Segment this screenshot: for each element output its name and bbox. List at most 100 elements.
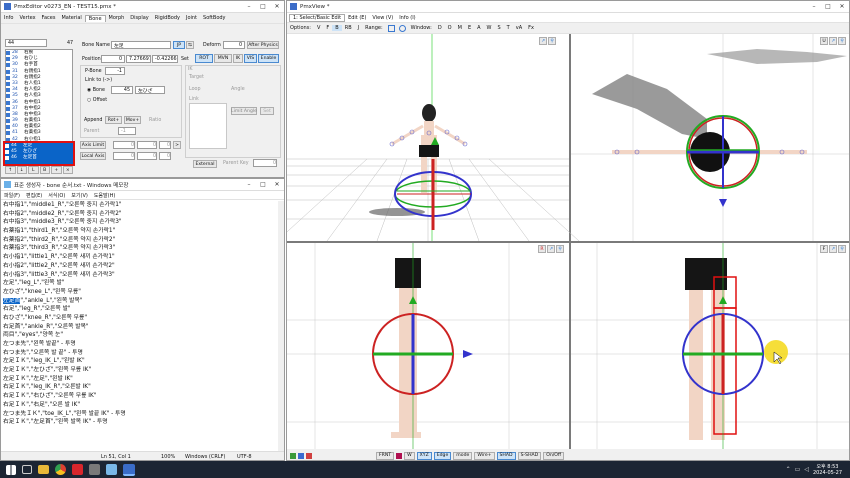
panel-letter-u[interactable]: U [820, 37, 828, 45]
append-rot-checkbox[interactable]: Rot+ [105, 116, 122, 124]
list-tool-button[interactable]: + [51, 166, 62, 174]
play-icon[interactable] [290, 452, 296, 459]
minimize-icon[interactable]: – [242, 181, 256, 188]
list-tool-button[interactable]: ↑ [5, 166, 16, 174]
tab-morph[interactable]: Morph [106, 15, 128, 21]
range-circle-icon[interactable] [398, 24, 406, 32]
edge-button[interactable]: Edge [433, 451, 452, 460]
fx-toggle[interactable]: Fx [525, 25, 537, 31]
w-button[interactable]: W [404, 451, 415, 460]
tray-chevron-icon[interactable]: ⌃ [786, 466, 791, 473]
local-axis-checkbox[interactable]: Local Axis [80, 152, 106, 160]
tab-bone[interactable]: Bone [84, 14, 106, 22]
option-v-toggle[interactable]: V [314, 25, 323, 31]
maximize-icon[interactable]: □ [256, 181, 270, 188]
bone-index-field[interactable]: 44 [5, 39, 47, 47]
option-b-toggle[interactable]: B [332, 25, 342, 31]
parent-key-field[interactable]: 0 [253, 159, 277, 167]
local-axis-z-field[interactable]: 0 [159, 152, 171, 160]
local-axis-y-field[interactable]: 0 [137, 152, 157, 160]
pbone-field[interactable]: -1 [105, 67, 125, 75]
after-physics-checkbox[interactable]: After Physics [247, 41, 279, 49]
viewport-grid[interactable] [287, 34, 850, 449]
panel-camera-icon[interactable]: ⚲ [838, 37, 846, 45]
file-explorer-icon[interactable] [38, 465, 49, 474]
front-pin-icon[interactable]: ↗ [829, 245, 837, 253]
axis-z-field[interactable]: 0 [159, 141, 171, 149]
bone-name-lang-toggle[interactable]: JP [173, 41, 185, 49]
notepad-text-area[interactable]: 右中指1","middle1_R","오른쪽 중지 손가락1" 右中指2","mi… [1, 201, 278, 451]
range-box-icon[interactable] [387, 24, 395, 32]
mvn-toggle[interactable]: MVN [214, 54, 232, 63]
app-red-icon[interactable] [72, 464, 83, 475]
persp-camera-icon[interactable]: ⚲ [548, 37, 556, 45]
bone-name-field[interactable]: 左足 [111, 41, 171, 49]
list-tool-button[interactable]: × [62, 166, 73, 174]
right-pin-icon[interactable]: ↗ [547, 245, 555, 253]
offset-radio[interactable]: ○ Offset [87, 98, 107, 103]
deform-field[interactable]: 0 [223, 41, 245, 49]
rotation-gizmo-top[interactable] [686, 115, 760, 189]
ik-link-list[interactable] [189, 103, 227, 149]
bone-list[interactable]: 28 右腕 29 右ひじ 30 右手首 31 右親指1 32 右親指2 33 右人指1 34 右人指2 35… [5, 49, 73, 143]
volume-icon[interactable]: ◁ [804, 466, 809, 473]
menu-file[interactable]: 파일(F) [1, 192, 23, 199]
bone-list-selection[interactable]: 44 左足 45 左ひざ 46 左足首 [3, 141, 75, 166]
mode-dropdown[interactable]: mode [453, 451, 473, 460]
close-icon[interactable]: ✕ [835, 3, 849, 10]
camera-icon[interactable] [298, 452, 304, 459]
menu-edit[interactable]: Edit (E) [345, 15, 369, 21]
axis-y-field[interactable]: 0 [137, 141, 157, 149]
axis-set-button[interactable]: > [173, 141, 181, 149]
color-swatch-icon[interactable] [396, 452, 403, 459]
panel-letter-r[interactable]: R [538, 245, 546, 253]
rot-toggle[interactable]: ROT [195, 54, 213, 63]
task-view-icon[interactable] [22, 465, 32, 474]
ik-set-button[interactable]: Set [260, 107, 274, 115]
wire-button[interactable]: Wire+ [474, 451, 495, 460]
onoff-button[interactable]: On/Off [543, 451, 565, 460]
external-checkbox[interactable]: External [193, 160, 217, 168]
s-shad-button[interactable]: S-SHAD [517, 451, 542, 460]
panel-tag-front[interactable]: F ↗ ⚲ [820, 245, 846, 253]
ik-toggle[interactable]: IK [233, 54, 243, 63]
menu-info[interactable]: Info (I) [396, 15, 418, 21]
menu-help[interactable]: 도움말(H) [91, 192, 118, 199]
network-icon[interactable]: ▭ [795, 466, 801, 473]
tab-faces[interactable]: Faces [39, 15, 59, 21]
menu-view[interactable]: View (V) [369, 15, 396, 21]
menu-edit[interactable]: 편집(E) [23, 192, 45, 199]
panel-pin-icon[interactable]: ↗ [829, 37, 837, 45]
minimize-icon[interactable]: – [242, 3, 256, 10]
menu-select-mode[interactable]: 1: Select/Basic Edit [289, 13, 346, 22]
tab-softbody[interactable]: SoftBody [200, 15, 229, 21]
windows-start-icon[interactable] [6, 464, 16, 475]
notepad-taskbar-icon[interactable] [106, 464, 117, 475]
clock[interactable]: 오후 8:53 2024-05-27 [813, 464, 842, 476]
tab-vertex[interactable]: Vertex [16, 15, 38, 21]
tab-joint[interactable]: Joint [183, 15, 200, 21]
parent-field[interactable]: -1 [118, 127, 136, 135]
rotation-gizmo-right[interactable] [372, 313, 454, 395]
link-bone-field[interactable]: 45 [111, 86, 133, 94]
tab-info[interactable]: Info [1, 15, 16, 21]
panel-tag-top[interactable]: U ↗ ⚲ [820, 37, 846, 45]
light-icon[interactable] [306, 452, 312, 459]
option-f-toggle[interactable]: F [323, 25, 332, 31]
window-w-toggle[interactable]: W [484, 25, 495, 31]
window-t-toggle[interactable]: T [504, 25, 513, 31]
option-rb-toggle[interactable]: RB [342, 25, 355, 31]
panel-letter-f[interactable]: F [820, 245, 828, 253]
window-d-toggle[interactable]: D [435, 25, 445, 31]
menu-format[interactable]: 서식(O) [45, 192, 68, 199]
window-m-toggle[interactable]: M [455, 25, 465, 31]
minimize-icon[interactable]: – [807, 3, 821, 10]
window-e-toggle[interactable]: E [465, 25, 474, 31]
maximize-icon[interactable]: □ [821, 3, 835, 10]
bone-radio[interactable]: ◉ Bone [87, 88, 105, 93]
position-y-field[interactable]: 7.276697 [126, 55, 151, 63]
position-z-field[interactable]: -0.422660 [152, 55, 178, 63]
front-camera-icon[interactable]: ⚲ [838, 245, 846, 253]
window-o-toggle[interactable]: O [445, 25, 455, 31]
bone-list-selected-item[interactable]: 46 左足首 [5, 155, 73, 161]
